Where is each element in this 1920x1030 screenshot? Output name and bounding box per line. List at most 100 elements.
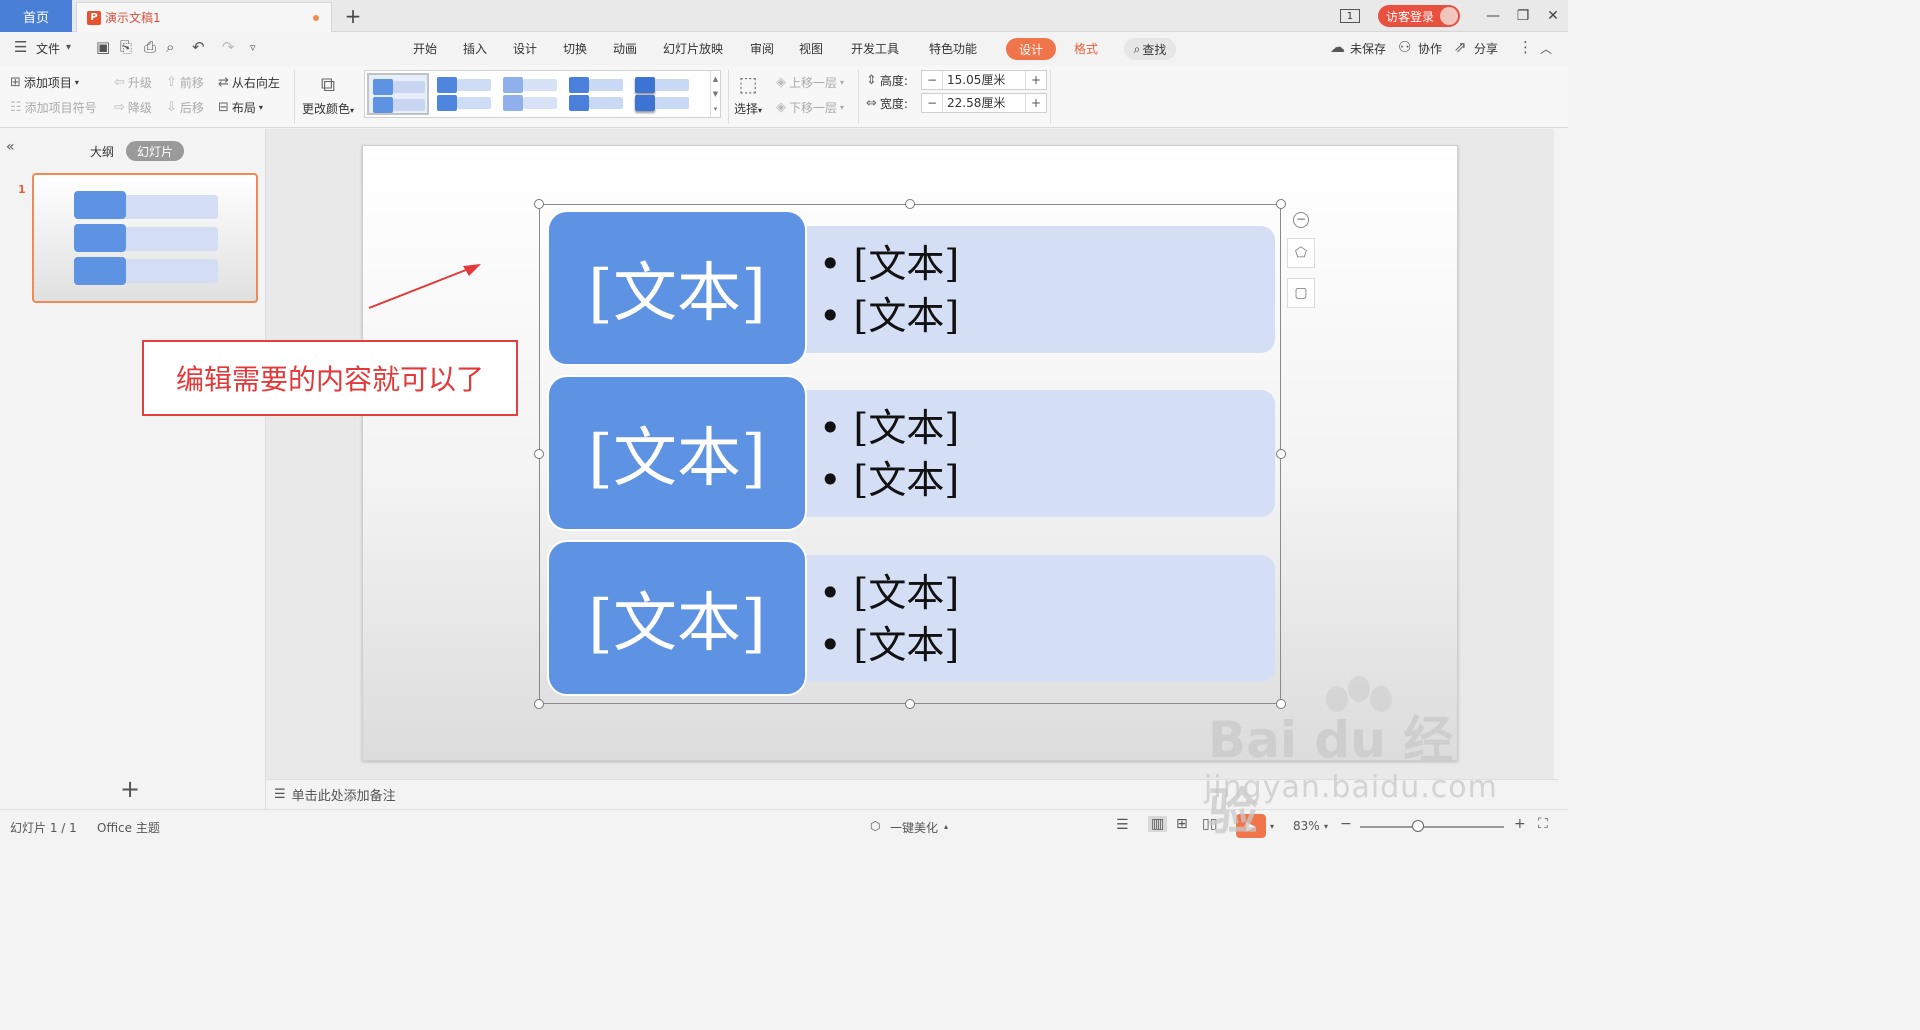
tab-insert[interactable]: 插入 [463,40,487,57]
zoom-slider[interactable] [1360,826,1504,828]
play-slideshow-button[interactable]: ▶ [1236,814,1266,838]
add-slide-button[interactable]: + [120,775,140,803]
tab-view[interactable]: 视图 [799,40,823,57]
tab-home[interactable]: 首页 [0,0,72,32]
tab-format[interactable]: 格式 [1074,40,1098,57]
decrease-height-button[interactable]: − [922,73,942,87]
tab-smartart-design[interactable]: 设计 [1006,38,1056,60]
chevron-down-icon[interactable]: ▾ [1270,822,1274,831]
style-option-4[interactable] [565,73,627,115]
decrease-width-button[interactable]: − [922,96,942,110]
chevron-up-icon[interactable]: ▴ [944,822,948,831]
beautify-button[interactable]: 一键美化 [890,819,938,836]
collaborate-button[interactable]: 协作 [1418,40,1442,57]
unsaved-status[interactable]: 未保存 [1350,40,1386,57]
tab-home-ribbon[interactable]: 开始 [413,40,437,57]
chevron-down-icon[interactable]: ▼ [713,90,718,98]
chevron-down-icon[interactable]: ▾ [1324,822,1328,831]
expand-gallery-icon[interactable]: ▾ [714,105,718,113]
notes-toggle-icon[interactable]: ☰ [1116,817,1129,833]
resize-handle[interactable] [905,699,915,709]
restore-button[interactable]: ❐ [1508,8,1538,24]
vertical-scrollbar[interactable] [1554,129,1568,809]
add-item-button[interactable]: ⊞ 添加项目 ▾ [10,74,79,91]
promote-button[interactable]: ⇦ 升级 [114,74,152,91]
width-stepper[interactable]: − 22.58厘米 + [921,93,1047,113]
layout-button[interactable]: ⊟ 布局 ▾ [218,99,263,116]
window-count-badge[interactable]: 1 [1339,9,1360,23]
guest-login-button[interactable]: 访客登录 [1377,5,1460,27]
resize-handle[interactable] [534,449,544,459]
tab-outline[interactable]: 大纲 [86,141,118,161]
hamburger-menu-icon[interactable]: ☰ [14,38,27,56]
demote-button[interactable]: ⇨ 降级 [114,99,152,116]
zoom-slider-knob[interactable] [1412,820,1424,832]
resize-handle[interactable] [905,199,915,209]
select-button[interactable]: ⬚ 选择▾ [734,72,762,117]
increase-height-button[interactable]: + [1026,73,1046,87]
resize-handle[interactable] [1276,199,1286,209]
gallery-scroll[interactable]: ▲ ▼ ▾ [710,71,720,117]
undo-icon[interactable]: ↶ [192,38,205,56]
zoom-out-button[interactable]: − [1340,816,1352,832]
slide-thumbnail[interactable] [32,173,258,303]
tab-transition[interactable]: 切换 [563,40,587,57]
slide[interactable]: [文本] [文本] [文本] [文本] [文本] [文本] [文本] [文本] … [362,145,1458,761]
height-value[interactable]: 15.05厘米 [942,71,1026,89]
fit-window-icon[interactable]: ⛶ [1538,816,1548,832]
tab-special[interactable]: 特色功能 [929,40,977,57]
tab-developer[interactable]: 开发工具 [851,40,899,57]
format-painter-icon[interactable]: ⎘ [120,38,132,56]
zoom-in-button[interactable]: + [1514,816,1526,832]
send-backward-button[interactable]: ◈ 下移一层 ▾ [776,99,844,116]
notes-area[interactable]: ☰ 单击此处添加备注 [266,779,1558,809]
width-value[interactable]: 22.58厘米 [942,94,1026,112]
collapse-pane-icon[interactable]: « [6,139,15,155]
redo-icon[interactable]: ↷ [222,38,235,56]
close-button[interactable]: ✕ [1538,8,1568,24]
tab-design-theme[interactable]: 设计 [513,40,537,57]
reading-view-icon[interactable]: ▯▯ [1202,816,1217,832]
more-options-icon[interactable]: ⋮ [1518,38,1533,56]
minus-icon[interactable]: − [1293,212,1309,228]
resize-handle[interactable] [534,699,544,709]
style-option-5[interactable] [631,73,693,115]
shape-outline-icon[interactable]: ▢ [1287,278,1315,308]
move-back-button[interactable]: ⇩ 后移 [166,99,204,116]
new-tab-button[interactable]: + [342,4,364,28]
resize-handle[interactable] [534,199,544,209]
style-option-3[interactable] [499,73,561,115]
move-forward-button[interactable]: ⇧ 前移 [166,74,204,91]
print-preview-icon[interactable]: ⌕ [166,38,174,56]
add-bullet-button[interactable]: ☷ 添加项目符号 [10,99,97,116]
theme-name[interactable]: Office 主题 [97,819,160,836]
change-color-button[interactable]: ⧉ 更改颜色▾ [302,72,354,117]
tab-slideshow[interactable]: 幻灯片放映 [663,40,723,57]
bring-forward-button[interactable]: ◈ 上移一层 ▾ [776,74,844,91]
shape-fill-icon[interactable]: ⬠ [1287,238,1315,268]
zoom-level[interactable]: 83% [1293,819,1320,833]
print-icon[interactable]: ⎙ [144,38,156,56]
style-option-2[interactable] [433,73,495,115]
notes-placeholder[interactable]: 单击此处添加备注 [292,785,396,804]
chevron-down-icon[interactable]: ▾ [66,42,71,53]
normal-view-icon[interactable]: ▥ [1148,816,1168,832]
resize-handle[interactable] [1276,449,1286,459]
chevron-up-icon[interactable]: ▲ [713,75,718,83]
right-to-left-button[interactable]: ⇄ 从右向左 [218,74,280,91]
tab-review[interactable]: 审阅 [750,40,774,57]
height-stepper[interactable]: − 15.05厘米 + [921,70,1047,90]
minimize-button[interactable]: — [1478,8,1508,24]
resize-handle[interactable] [1276,699,1286,709]
increase-width-button[interactable]: + [1026,96,1046,110]
share-button[interactable]: 分享 [1474,40,1498,57]
save-icon[interactable]: ▣ [96,38,110,56]
customize-toolbar-icon[interactable]: ▿ [250,41,256,54]
collapse-ribbon-icon[interactable]: ︿ [1540,40,1552,57]
tab-animation[interactable]: 动画 [613,40,637,57]
slide-sorter-icon[interactable]: ⊞ [1176,816,1188,832]
tab-document[interactable]: P 演示文稿1 [76,2,332,32]
tab-slides[interactable]: 幻灯片 [126,141,184,161]
file-menu[interactable]: 文件 [36,40,60,57]
style-option-1[interactable] [367,73,429,115]
